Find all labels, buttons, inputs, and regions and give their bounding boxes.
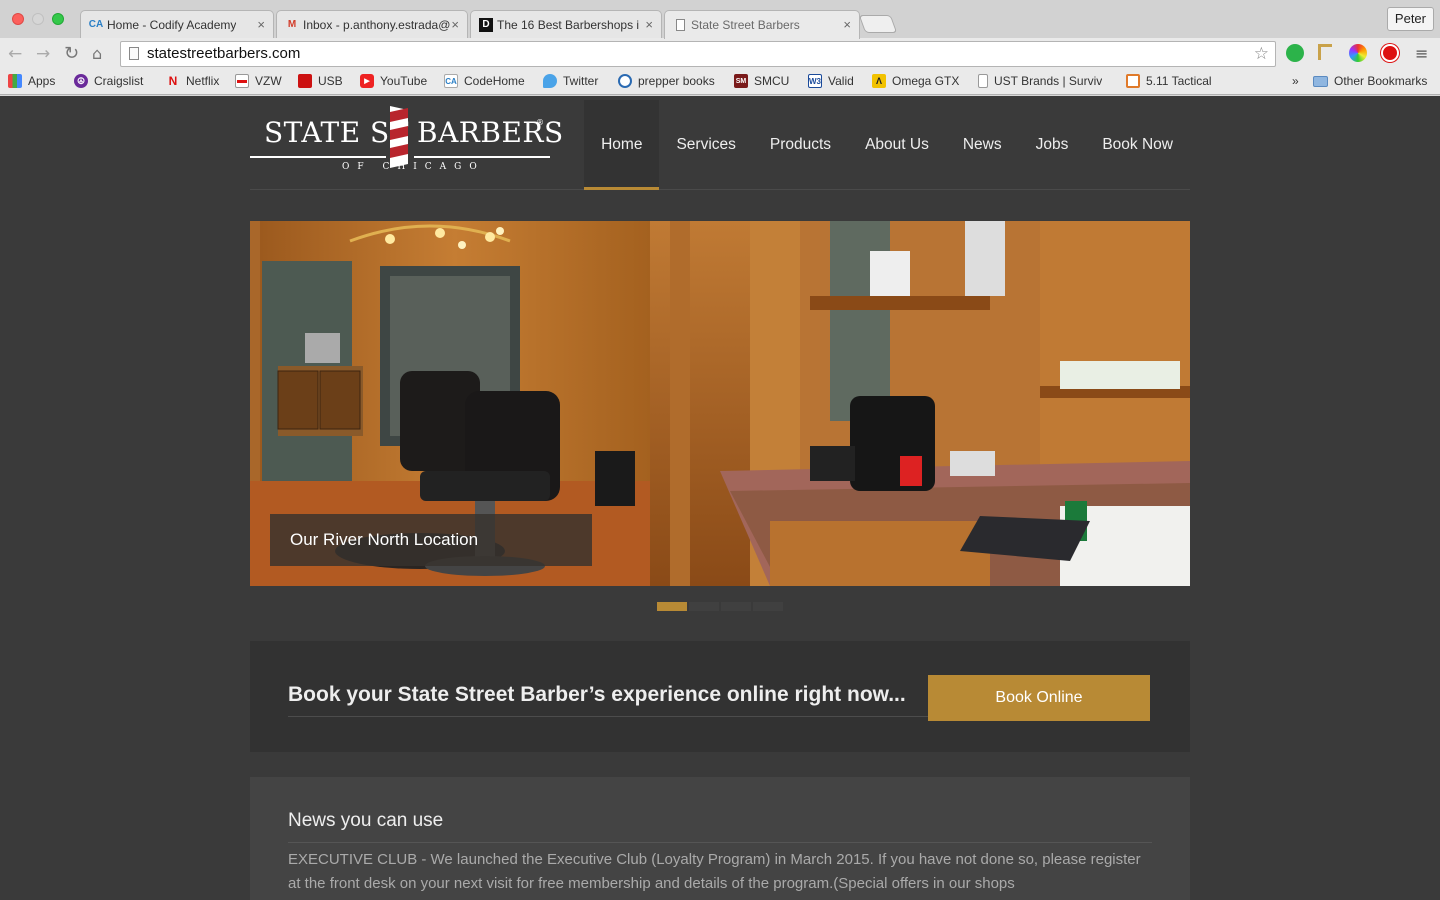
- tab-dmagazine[interactable]: D The 16 Best Barbershops i ×: [470, 10, 662, 38]
- url-text: statestreetbarbers.com: [147, 45, 301, 62]
- bookmark-twitter[interactable]: Twitter: [543, 74, 598, 88]
- menu-icon[interactable]: ≡: [1415, 44, 1428, 64]
- tab-close-icon[interactable]: ×: [451, 17, 459, 32]
- logo-rule-left: [250, 156, 386, 158]
- barber-pole-icon: [390, 106, 408, 168]
- maximize-window-button[interactable]: [52, 13, 64, 25]
- new-tab-button[interactable]: [858, 15, 898, 33]
- omega-icon: Λ: [872, 74, 886, 88]
- tab-codify[interactable]: CA Home - Codify Academy ×: [80, 10, 274, 38]
- bookmark-codehome[interactable]: CA CodeHome: [444, 74, 525, 88]
- color-picker-extension-icon[interactable]: [1349, 44, 1367, 62]
- nav-home[interactable]: Home: [584, 100, 660, 190]
- bookmark-youtube[interactable]: ▶ YouTube: [360, 74, 427, 88]
- tag-extension-icon[interactable]: [1318, 44, 1332, 60]
- bookmarks-bar: Apps ☮ Craigslist N Netflix VZW USB ▶ Yo…: [0, 70, 1440, 95]
- netflix-icon: N: [168, 74, 178, 88]
- bookmark-apps[interactable]: Apps: [8, 74, 55, 88]
- bookmark-star-icon[interactable]: ☆: [1254, 42, 1269, 66]
- nav-news[interactable]: News: [946, 100, 1019, 190]
- tab-strip: CA Home - Codify Academy × M Inbox - p.a…: [0, 0, 1440, 39]
- youtube-icon: ▶: [360, 74, 374, 88]
- w3c-icon: W3: [808, 74, 822, 88]
- smcu-icon: SM: [734, 74, 748, 88]
- page-icon: [673, 18, 687, 32]
- slider-dot[interactable]: [689, 602, 719, 611]
- logo-rule-right: [414, 156, 550, 158]
- bookmark-omega-gtx[interactable]: Λ Omega GTX: [872, 74, 959, 88]
- tab-close-icon[interactable]: ×: [645, 17, 653, 32]
- tab-close-icon[interactable]: ×: [843, 17, 851, 32]
- bookmark-craigslist[interactable]: ☮ Craigslist: [74, 74, 143, 88]
- nav-book-now[interactable]: Book Now: [1085, 100, 1190, 190]
- bookmark-valid[interactable]: W3 Valid: [808, 74, 854, 88]
- bookmark-smcu[interactable]: SM SMCU: [734, 74, 789, 88]
- hero-caption: Our River North Location: [270, 514, 592, 566]
- site-header: STATE ST BARBERS ® OF CHICAGO Home Servi…: [250, 96, 1190, 190]
- site-logo[interactable]: STATE ST BARBERS ® OF CHICAGO: [250, 106, 563, 174]
- forward-arrow-icon[interactable]: →: [36, 44, 50, 64]
- peace-icon: ☮: [74, 74, 88, 88]
- web-page: STATE ST BARBERS ® OF CHICAGO Home Servi…: [0, 96, 1440, 900]
- slider-dot[interactable]: [721, 602, 751, 611]
- address-bar[interactable]: statestreetbarbers.com ☆: [120, 41, 1276, 67]
- back-arrow-icon[interactable]: ←: [8, 44, 22, 64]
- booking-banner: Book your State Street Barber’s experien…: [250, 641, 1190, 752]
- news-heading: News you can use: [288, 810, 1152, 843]
- usb-icon: [298, 74, 312, 88]
- book-online-button[interactable]: Book Online: [928, 675, 1150, 721]
- bookmark-vzw[interactable]: VZW: [235, 74, 282, 88]
- close-window-button[interactable]: [12, 13, 24, 25]
- nav-products[interactable]: Products: [753, 100, 848, 190]
- vzw-icon: [235, 74, 249, 88]
- browser-chrome: CA Home - Codify Academy × M Inbox - p.a…: [0, 0, 1440, 96]
- news-body: EXECUTIVE CLUB - We launched the Executi…: [288, 851, 1141, 892]
- bookmark-ust-brands[interactable]: UST Brands | Surviv: [978, 74, 1102, 88]
- twitter-icon: [543, 74, 557, 88]
- gmail-icon: M: [287, 19, 297, 30]
- codify-icon: CA: [444, 74, 458, 88]
- nav-jobs[interactable]: Jobs: [1019, 100, 1086, 190]
- folder-icon: [1313, 75, 1328, 87]
- bookmarks-overflow-button[interactable]: »: [1292, 74, 1299, 88]
- evernote-extension-icon[interactable]: [1286, 44, 1304, 62]
- slider-pagination: [657, 602, 783, 611]
- profile-button[interactable]: Peter: [1386, 7, 1434, 31]
- slider-dot[interactable]: [657, 602, 687, 611]
- news-section: News you can use EXECUTIVE CLUB - We lau…: [250, 777, 1190, 900]
- nav-about-us[interactable]: About Us: [848, 100, 946, 190]
- bookmark-netflix[interactable]: N Netflix: [166, 74, 220, 88]
- adblock-extension-icon[interactable]: [1381, 44, 1399, 62]
- tactical-icon: [1126, 74, 1140, 88]
- bookmark-usb[interactable]: USB: [298, 74, 343, 88]
- minimize-window-button[interactable]: [32, 13, 44, 25]
- tab-state-street-barbers[interactable]: State Street Barbers ×: [664, 10, 860, 39]
- bookmark-511-tactical[interactable]: 5.11 Tactical: [1126, 74, 1212, 88]
- page-icon: [129, 47, 139, 60]
- nav-services[interactable]: Services: [659, 100, 752, 190]
- page-icon: [978, 74, 988, 88]
- browser-toolbar: ← → ↻ ⌂ statestreetbarbers.com ☆ ≡: [0, 38, 1440, 70]
- home-icon[interactable]: ⌂: [92, 44, 102, 64]
- dmagazine-icon: D: [479, 17, 493, 32]
- other-bookmarks-folder[interactable]: Other Bookmarks: [1313, 74, 1427, 88]
- codify-favicon: CA: [88, 19, 104, 30]
- reload-icon[interactable]: ↻: [64, 44, 79, 64]
- bookmark-prepper-books[interactable]: prepper books: [618, 74, 715, 88]
- apps-icon: [8, 74, 22, 88]
- globe-icon: [618, 74, 632, 88]
- main-nav: Home Services Products About Us News Job…: [584, 100, 1190, 190]
- slider-dot[interactable]: [753, 602, 783, 611]
- booking-banner-text: Book your State Street Barber’s experien…: [288, 683, 928, 717]
- tab-close-icon[interactable]: ×: [257, 17, 265, 32]
- tab-gmail[interactable]: M Inbox - p.anthony.estrada@ ×: [276, 10, 468, 38]
- hero-slider[interactable]: Our River North Location: [250, 221, 1190, 586]
